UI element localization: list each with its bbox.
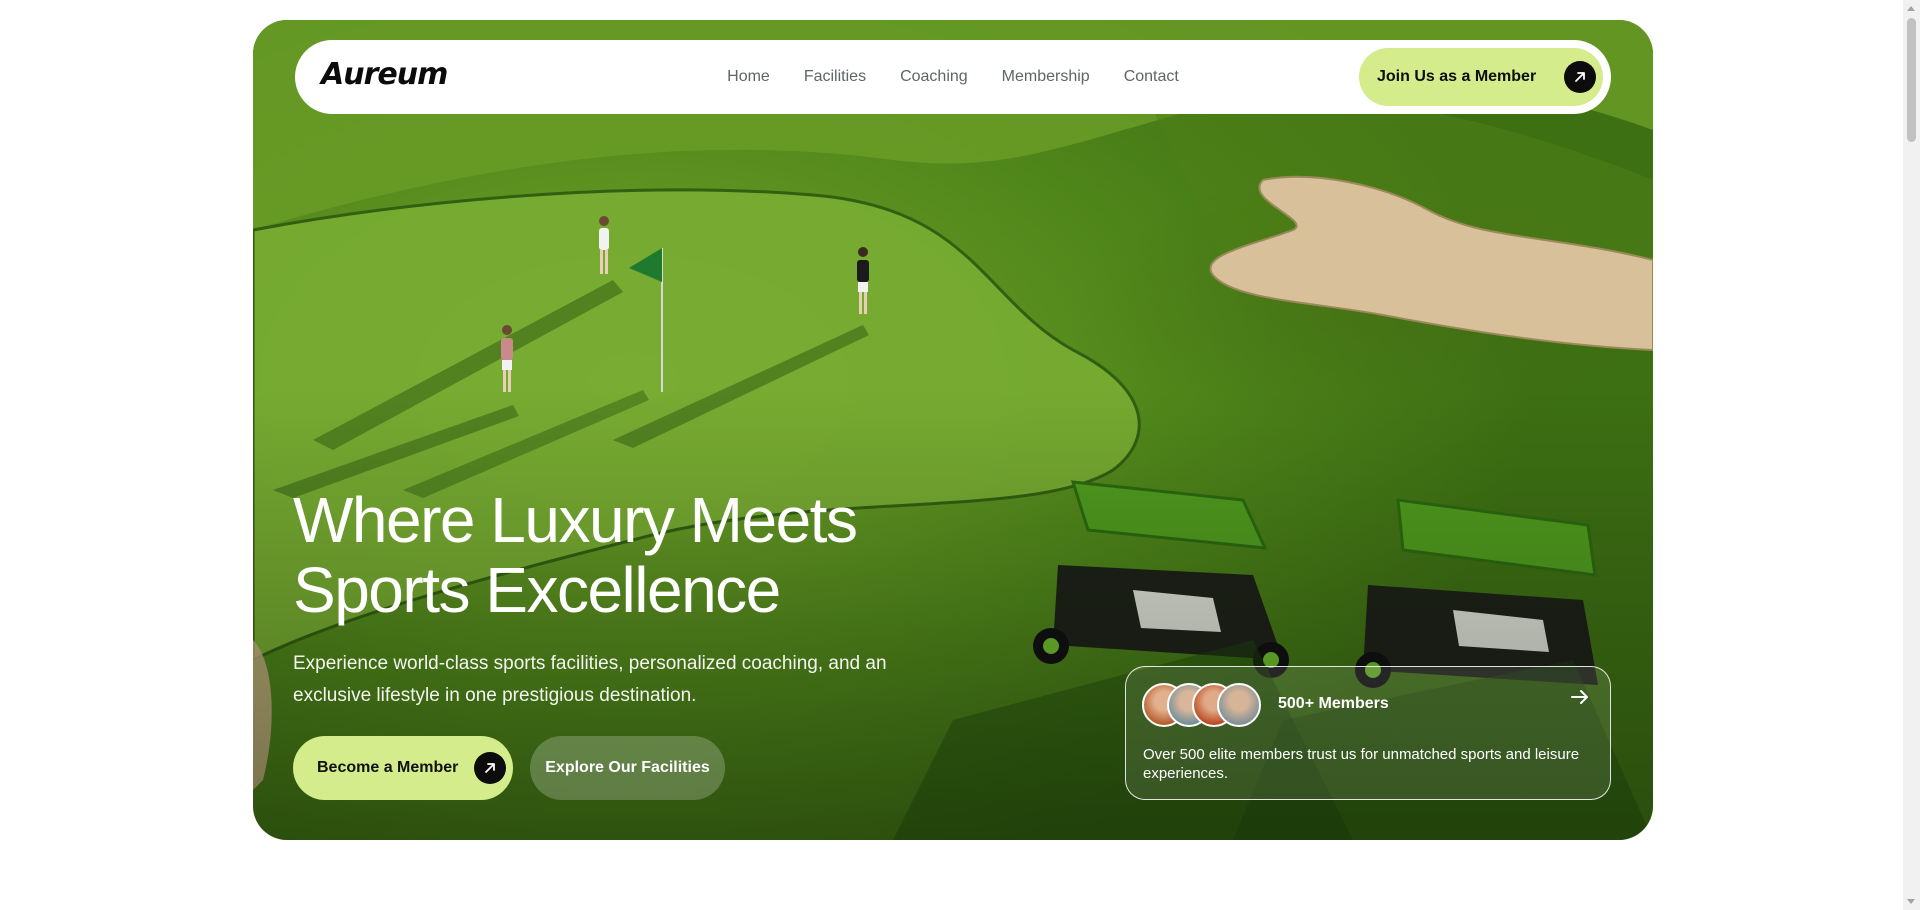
become-member-button[interactable]: Become a Member xyxy=(293,736,513,800)
headline-line-1: Where Luxury Meets xyxy=(293,484,858,556)
top-nav: Aureum Home Facilities Coaching Membersh… xyxy=(295,40,1611,114)
scroll-thumb[interactable] xyxy=(1907,18,1916,142)
hero-subtext: Experience world-class sports facilities… xyxy=(293,653,887,706)
join-member-label: Join Us as a Member xyxy=(1377,68,1537,85)
hero-headline: Where Luxury Meets Sports Excellence xyxy=(293,485,1013,625)
arrow-right-icon[interactable] xyxy=(1568,685,1592,709)
nav-link-membership[interactable]: Membership xyxy=(1002,68,1090,86)
become-member-label: Become a Member xyxy=(317,759,459,776)
avatar xyxy=(1217,683,1261,727)
scroll-up-icon[interactable] xyxy=(1907,6,1915,11)
headline-line-2: Sports Excellence xyxy=(293,554,781,626)
explore-facilities-button[interactable]: Explore Our Facilities xyxy=(530,736,725,800)
arrow-up-right-icon xyxy=(474,752,507,784)
nav-link-contact[interactable]: Contact xyxy=(1124,68,1179,86)
arrow-up-right-icon xyxy=(1564,61,1597,93)
nav-link-home[interactable]: Home xyxy=(727,68,770,86)
join-member-button[interactable]: Join Us as a Member xyxy=(1359,48,1603,106)
brand-logo[interactable]: Aureum xyxy=(321,57,448,92)
members-card[interactable]: 500+ Members Over 500 elite members trus… xyxy=(1125,666,1611,800)
members-description: Over 500 elite members trust us for unma… xyxy=(1143,746,1580,782)
members-count: 500+ Members xyxy=(1278,695,1389,712)
scroll-down-icon[interactable] xyxy=(1907,899,1915,904)
member-avatars xyxy=(1142,683,1262,727)
nav-link-coaching[interactable]: Coaching xyxy=(900,68,968,86)
page-scrollbar[interactable] xyxy=(1903,0,1920,910)
nav-link-facilities[interactable]: Facilities xyxy=(804,68,866,86)
hero-section: Aureum Home Facilities Coaching Membersh… xyxy=(253,20,1653,840)
